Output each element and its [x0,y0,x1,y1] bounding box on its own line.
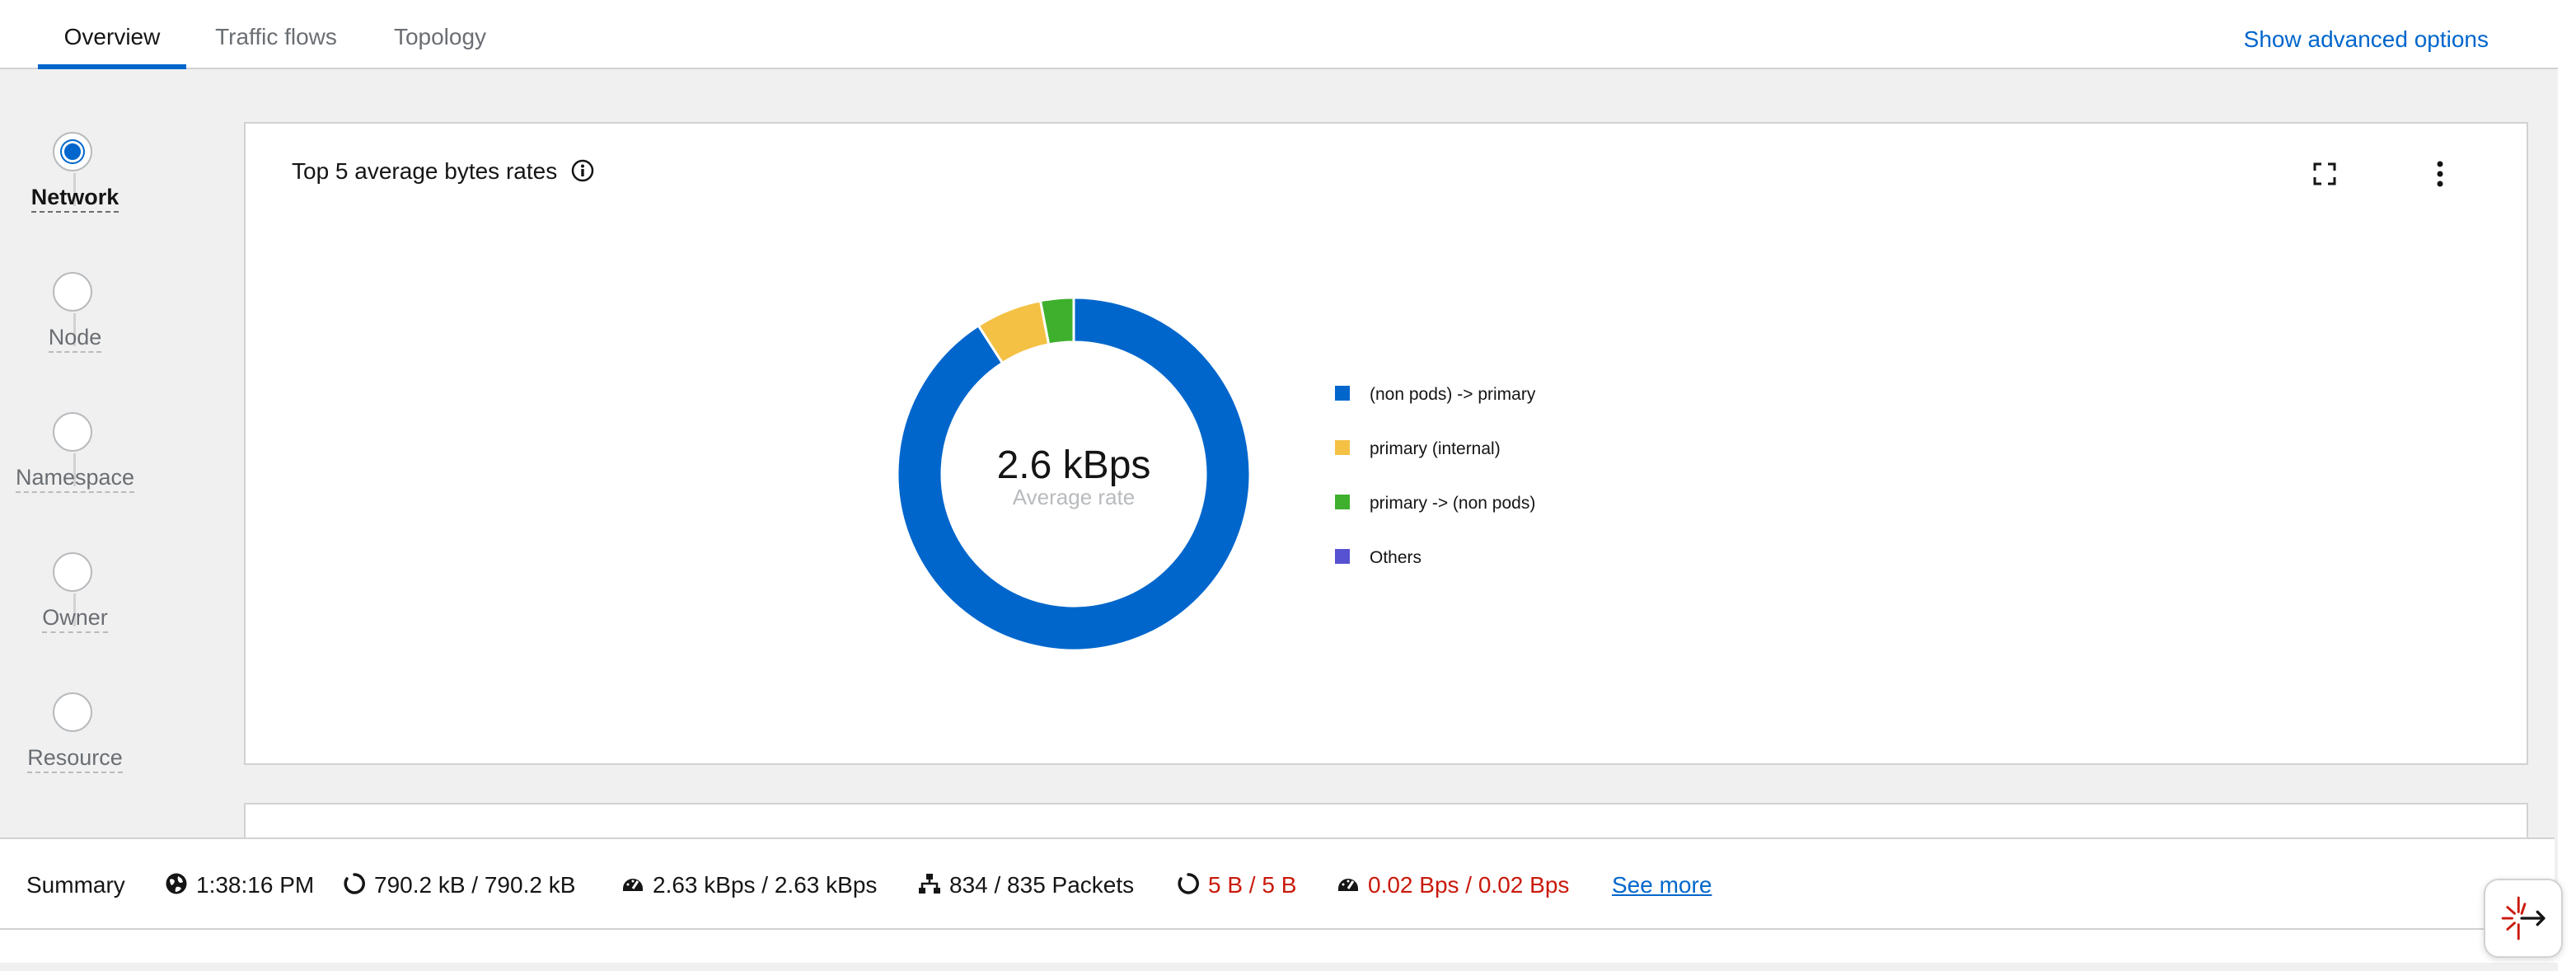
legend-swatch [1335,440,1350,455]
network-icon [919,874,940,894]
tab-overview[interactable]: Overview [38,0,186,69]
globe-icon [166,873,187,894]
legend-item[interactable]: Others [1335,547,1535,602]
scope-stepper: Network Node Namespace Owner Resource [0,68,150,842]
scrollbar-track[interactable] [2558,0,2576,971]
summary-byte-rate: 2.63 kBps / 2.63 kBps [621,839,877,928]
donut-chart: 2.6 kBps Average rate [897,297,1251,651]
donut-center-label: Average rate [1013,485,1135,509]
legend-swatch [1335,386,1350,401]
card-title: Top 5 average bytes rates [292,158,558,184]
scope-owner-label[interactable]: Owner [0,605,150,633]
assistant-launcher-icon [2501,896,2546,941]
donut-center-value: 2.6 kBps [997,443,1151,487]
tab-traffic-flows[interactable]: Traffic flows [198,0,354,68]
page-bottom [0,930,2558,963]
legend-label: primary -> (non pods) [1370,494,1536,513]
kebab-menu-icon[interactable] [2428,160,2452,188]
legend-item[interactable]: primary -> (non pods) [1335,493,1535,547]
tab-topology[interactable]: Topology [379,0,501,68]
show-advanced-options-link[interactable]: Show advanced options [2244,0,2489,79]
legend-swatch [1335,495,1350,509]
scope-node-radio[interactable] [53,272,92,312]
summary-dropped-bytes: 5 B / 5 B [1177,839,1296,928]
summary-time: 1:38:16 PM [165,839,314,928]
info-circle-icon[interactable] [570,158,595,183]
summary-bytes: 790.2 kB / 790.2 kB [343,839,575,928]
assistant-launcher-button[interactable] [2484,879,2563,958]
scope-resource-radio[interactable] [53,692,92,732]
legend-label: primary (internal) [1370,439,1501,458]
legend-label: Others [1370,548,1422,567]
circle-notch-icon [344,873,365,894]
summary-label: Summary [26,872,125,898]
summary-dropped-rate: 0.02 Bps / 0.02 Bps [1337,839,1569,928]
scope-node-label[interactable]: Node [0,325,150,353]
summary-bar: Summary 1:38:16 PM 790.2 kB / 790.2 kB 2… [0,837,2555,930]
scope-owner-radio[interactable] [53,552,92,592]
summary-packets: 834 / 835 Packets [918,839,1134,928]
tachometer-icon [1338,879,1358,891]
top-tab-bar: Overview Traffic flows Topology Show adv… [0,0,2558,69]
scope-resource-label[interactable]: Resource [0,745,150,773]
legend-swatch [1335,549,1350,564]
scope-network-radio[interactable] [53,132,92,171]
tachometer-icon [623,879,643,891]
expand-icon[interactable] [2312,162,2337,186]
legend-label: (non pods) -> primary [1370,385,1536,404]
see-more-link[interactable]: See more [1612,839,1712,928]
circle-notch-icon [1178,873,1199,894]
legend-item[interactable]: primary (internal) [1335,439,1535,493]
legend-item[interactable]: (non pods) -> primary [1335,384,1535,439]
scope-network-label[interactable]: Network [0,185,150,213]
chart-legend: (non pods) -> primary primary (internal) p… [1335,384,1535,602]
scope-namespace-radio[interactable] [53,412,92,452]
scope-namespace-label[interactable]: Namespace [0,465,150,493]
top-bytes-rates-card: Top 5 average bytes rates 2.6 kBps Avera… [244,122,2528,765]
